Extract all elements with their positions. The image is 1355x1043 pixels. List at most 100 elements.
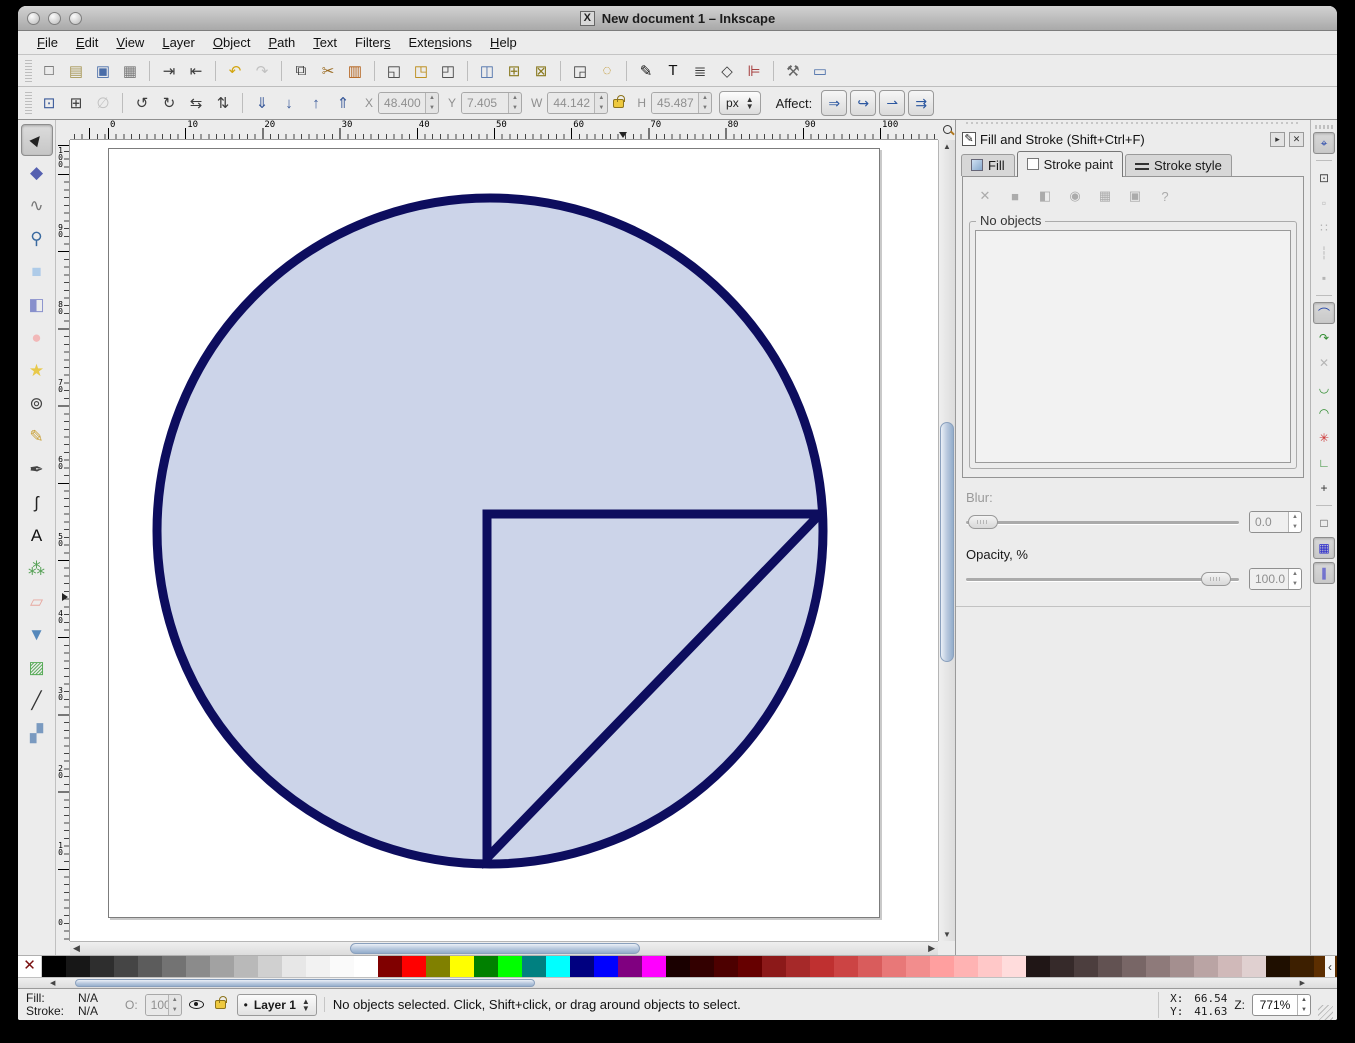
bucket-tool[interactable]: ▼ [21,619,53,651]
eraser-tool[interactable]: ▱ [21,586,53,618]
zoom-level-field[interactable]: 771% ▲▼ [1252,994,1311,1016]
palette-swatch[interactable] [834,956,858,977]
palette-swatch[interactable] [282,956,306,977]
copy-icon[interactable]: ⧉ [288,58,314,84]
palette-swatch[interactable] [786,956,810,977]
palette-swatch[interactable] [186,956,210,977]
redo-icon[interactable]: ↷ [249,58,275,84]
palette-swatch[interactable] [498,956,522,977]
palette-swatch[interactable] [642,956,666,977]
unlink-clone-icon[interactable]: ⊠ [528,58,554,84]
menu-item[interactable]: View [107,32,153,53]
palette-swatch[interactable] [1170,956,1194,977]
print-icon[interactable]: ▦ [117,58,143,84]
select-all-layers-icon[interactable]: ⊞ [63,90,89,116]
swatch-button[interactable]: ▣ [1123,185,1147,207]
raise-one-step-icon[interactable]: ↑ [303,90,329,116]
palette-swatch[interactable] [1002,956,1026,977]
palette-swatch[interactable] [330,956,354,977]
palette-swatch[interactable] [450,956,474,977]
palette-scroll-left-arrow[interactable]: ◀ [50,979,55,987]
palette-swatch[interactable] [1266,956,1290,977]
palette-swatch[interactable] [162,956,186,977]
palette-swatch[interactable] [426,956,450,977]
fill-stroke-indicator[interactable]: Fill: N/A Stroke: N/A [22,992,118,1018]
palette-swatch[interactable] [474,956,498,977]
paste-icon[interactable]: ▥ [342,58,368,84]
tweak-tool[interactable]: ∿ [21,190,53,222]
circle-with-quarter-wedge[interactable] [157,198,823,864]
palette-scroll-right-arrow[interactable]: ▶ [1300,979,1305,987]
dock-close-button[interactable]: ✕ [1289,132,1304,147]
snap-bbox-corners-toggle[interactable]: ∷ [1313,217,1335,239]
scroll-left-arrow[interactable]: ◀ [73,943,80,954]
move-patterns-toggle[interactable]: ⇉ [908,90,934,116]
palette-swatch[interactable] [42,956,66,977]
menu-item[interactable]: Layer [153,32,204,53]
palette-swatch[interactable] [1146,956,1170,977]
palette-scrollbar-thumb[interactable] [75,979,535,987]
zoom-tool[interactable]: ⚲ [21,223,53,255]
palette-swatch[interactable] [1290,956,1314,977]
snap-object-centers-toggle[interactable]: ∟ [1313,452,1335,474]
palette-swatch[interactable] [666,956,690,977]
pen-tool[interactable]: ✒ [21,454,53,486]
palette-swatch[interactable] [354,956,378,977]
pencil-tool[interactable]: ✎ [21,421,53,453]
horizontal-scrollbar[interactable]: ◀ ▶ [70,941,938,955]
palette-swatch[interactable] [258,956,282,977]
deselect-icon[interactable]: ∅ [90,90,116,116]
snap-midpoints-toggle[interactable]: ✳ [1313,427,1335,449]
palette-swatch[interactable] [714,956,738,977]
palette-scrollbar[interactable]: ◀ ▶ [18,977,1337,988]
palette-swatch[interactable] [90,956,114,977]
pattern-button[interactable]: ▦ [1093,185,1117,207]
radial-gradient-button[interactable]: ◉ [1063,185,1087,207]
horizontal-ruler[interactable]: 0102030405060708090100 [70,120,938,140]
palette-swatch[interactable] [1194,956,1218,977]
snap-bbox-midpoints-toggle[interactable]: ┆ [1313,242,1335,264]
flat-color-button[interactable]: ■ [1003,185,1027,207]
vertical-scrollbar[interactable]: ▲ ▼ [938,140,955,941]
snap-bbox-toggle[interactable]: ⊡ [1313,167,1335,189]
palette-swatch[interactable] [594,956,618,977]
find-icon[interactable]: ◌ [594,58,620,84]
palette-swatch[interactable] [1050,956,1074,977]
layers-dialog-icon[interactable]: ≣ [687,58,713,84]
zoom-drawing-icon[interactable]: ◳ [408,58,434,84]
snap-rotation-centers-toggle[interactable]: + [1313,477,1335,499]
palette-swatch[interactable] [882,956,906,977]
lower-one-step-icon[interactable]: ↓ [276,90,302,116]
snap-bbox-centers-toggle[interactable]: ▪ [1313,267,1335,289]
palette-swatch[interactable] [306,956,330,977]
close-window-button[interactable] [27,12,40,25]
menu-item[interactable]: Help [481,32,526,53]
minimize-window-button[interactable] [48,12,61,25]
palette-swatch[interactable] [1026,956,1050,977]
dock-expand-button[interactable]: ▸ [1270,132,1285,147]
rotate-ccw-icon[interactable]: ↺ [129,90,155,116]
tab-fill[interactable]: Fill [961,154,1015,176]
snap-page-border-toggle[interactable]: □ [1313,512,1335,534]
connector-tool[interactable]: ▞ [21,718,53,750]
blur-slider-handle[interactable] [968,515,998,529]
tab-stroke-paint[interactable]: Stroke paint [1017,151,1123,177]
spray-tool[interactable]: ⁂ [21,553,53,585]
rectangle-tool[interactable]: ■ [21,256,53,288]
palette-swatch[interactable] [546,956,570,977]
palette-swatch[interactable] [1074,956,1098,977]
palette-swatch[interactable] [954,956,978,977]
text-dialog-icon[interactable]: T [660,58,686,84]
layer-visibility-eye-icon[interactable] [189,1000,204,1009]
unit-select[interactable]: px ▲▼ [719,91,761,115]
cut-icon[interactable]: ✂ [315,58,341,84]
palette-swatch[interactable] [234,956,258,977]
dropper-tool[interactable]: ╱ [21,685,53,717]
palette-swatch[interactable] [1218,956,1242,977]
unknown-paint-button[interactable]: ? [1153,185,1177,207]
menu-item[interactable]: Filters [346,32,399,53]
menu-item[interactable]: File [28,32,67,53]
layer-lock-icon[interactable] [215,1000,226,1009]
horizontal-scrollbar-thumb[interactable] [350,943,640,954]
layer-select[interactable]: • Layer 1 ▲▼ [237,994,317,1016]
